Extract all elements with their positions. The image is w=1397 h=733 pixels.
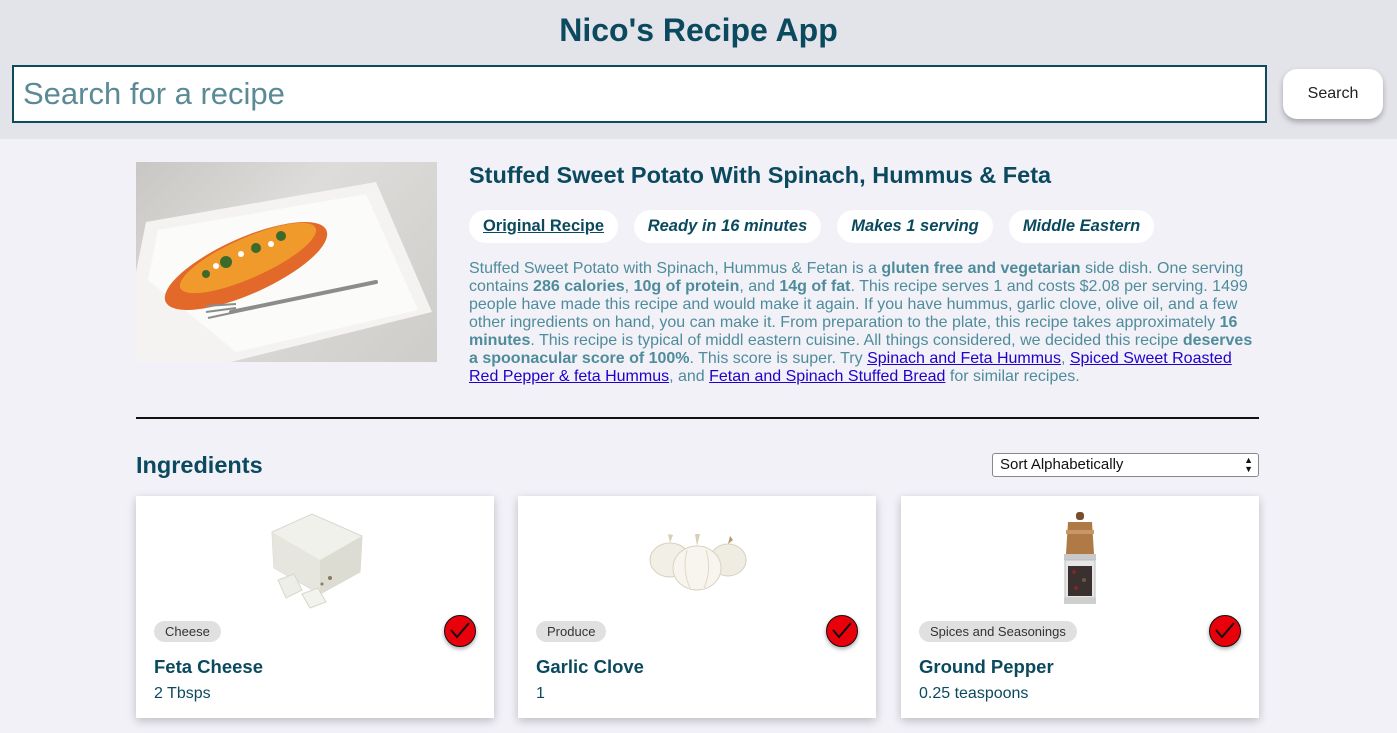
app-title: Nico's Recipe App xyxy=(559,12,838,48)
ingredients-heading: Ingredients xyxy=(136,452,263,478)
select-arrows-icon: ▲ ▼ xyxy=(1244,455,1253,474)
ingredient-card: Cheese Feta Cheese 2 Tbsps xyxy=(136,496,494,718)
ingredient-amount: 0.25 teaspoons xyxy=(919,685,1029,702)
ingredient-name: Ground Pepper xyxy=(919,656,1054,677)
ready-time-pill: Ready in 16 minutes xyxy=(634,210,821,243)
checkmark-icon[interactable] xyxy=(826,615,858,647)
checkmark-icon[interactable] xyxy=(444,615,476,647)
search-button[interactable]: Search xyxy=(1283,69,1383,119)
ingredient-name: Garlic Clove xyxy=(536,656,644,677)
recipe-title: Stuffed Sweet Potato With Spinach, Hummu… xyxy=(469,162,1052,188)
ingredient-card: Spices and Seasonings Ground Pepper 0.25… xyxy=(901,496,1259,718)
cuisine-pill: Middle Eastern xyxy=(1009,210,1154,243)
feta-cheese-image xyxy=(136,510,494,614)
garlic-image xyxy=(518,510,876,614)
section-divider xyxy=(136,417,1259,419)
similar-recipe-link[interactable]: Fetan and Spinach Stuffed Bread xyxy=(709,368,945,385)
servings-pill: Makes 1 serving xyxy=(837,210,993,243)
original-recipe-link[interactable]: Original Recipe xyxy=(469,210,618,243)
search-input[interactable] xyxy=(12,65,1267,123)
checkmark-icon[interactable] xyxy=(1209,615,1241,647)
ingredient-card: Produce Garlic Clove 1 xyxy=(518,496,876,718)
sort-select[interactable]: Sort Alphabetically ▲ ▼ xyxy=(992,453,1259,477)
ingredient-name: Feta Cheese xyxy=(154,656,263,677)
sort-select-value: Sort Alphabetically xyxy=(1000,456,1124,473)
pepper-grinder-image xyxy=(901,510,1259,614)
recipe-summary: Stuffed Sweet Potato with Spinach, Hummu… xyxy=(469,260,1253,385)
similar-recipe-link[interactable]: Spinach and Feta Hummus xyxy=(867,350,1061,367)
category-badge: Spices and Seasonings xyxy=(919,621,1077,642)
recipe-image xyxy=(136,162,437,362)
category-badge: Cheese xyxy=(154,621,221,642)
ingredient-amount: 1 xyxy=(536,685,545,702)
ingredient-amount: 2 Tbsps xyxy=(154,685,211,702)
category-badge: Produce xyxy=(536,621,607,642)
